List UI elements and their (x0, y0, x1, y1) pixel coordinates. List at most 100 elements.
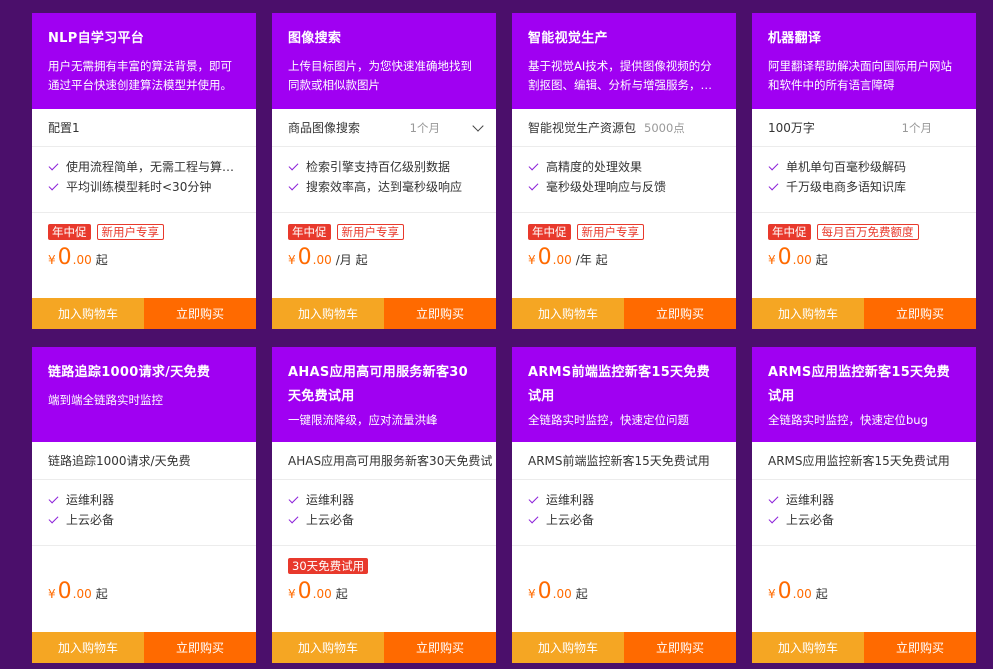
promo-area: 年中促 每月百万免费额度 ¥ 0 .00 起 (768, 223, 966, 271)
check-icon (48, 180, 59, 191)
spec-name: 100万字 (768, 121, 815, 135)
feature-item: 运维利器 (528, 490, 720, 510)
add-to-cart-button[interactable]: 加入购物车 (752, 298, 864, 329)
price-decimal: .00 (552, 587, 572, 601)
promo-tags: 年中促 新用户专享 (528, 223, 726, 241)
chevron-down-icon[interactable] (472, 120, 484, 132)
price-integer: 0 (777, 245, 792, 270)
price-decimal: .00 (72, 253, 92, 267)
price-decimal: .00 (312, 587, 332, 601)
card-description: 端到端全链路实时监控 (48, 393, 163, 407)
price: ¥ 0 .00 起 (768, 245, 966, 271)
price-decimal: .00 (312, 253, 332, 267)
spec-selector[interactable]: 商品图像搜索 1个月 (272, 109, 496, 147)
card-title: NLP自学习平台 (48, 31, 145, 46)
card-description: 上传目标图片，为您快速准确地找到同款或相似款图片 (288, 59, 472, 92)
feature-list: 运维利器 上云必备 (752, 480, 976, 546)
spec-name: 链路追踪1000请求/天免费 (48, 454, 191, 468)
card-actions: 加入购物车 立即购买 (32, 298, 256, 329)
new-user-tag: 新用户专享 (576, 224, 644, 240)
add-to-cart-button[interactable]: 加入购物车 (512, 632, 624, 663)
spec-points: 5000点 (644, 120, 685, 135)
buy-now-button[interactable]: 立即购买 (384, 632, 496, 663)
add-to-cart-button[interactable]: 加入购物车 (512, 298, 624, 329)
add-to-cart-button[interactable]: 加入购物车 (32, 298, 144, 329)
promo-area: 年中促 新用户专享 ¥ 0 .00 /年 起 (528, 223, 726, 271)
product-card-tracing: 链路追踪1000请求/天免费 端到端全链路实时监控 链路追踪1000请求/天免费… (32, 347, 256, 663)
price: ¥ 0 .00 /月 起 (288, 245, 486, 271)
currency-symbol: ¥ (288, 253, 296, 267)
buy-now-button[interactable]: 立即购买 (864, 632, 976, 663)
spec-name: AHAS应用高可用服务新客30天免费试 (288, 454, 493, 468)
promo-tags: 年中促 新用户专享 (48, 223, 246, 241)
card-header: 智能视觉生产 基于视觉AI技术，提供图像视频的分割抠图、编辑、分析与增强服务，… (512, 13, 736, 109)
product-card-nlp: NLP自学习平台 用户无需拥有丰富的算法背景，即可通过平台快速创建算法模型并使用… (32, 13, 256, 329)
product-card-ahas: AHAS应用高可用服务新客30天免费试用 一键限流降级，应对流量洪峰 AHAS应… (272, 347, 496, 663)
check-icon (768, 493, 779, 504)
price-integer: 0 (537, 579, 552, 604)
card-description: 基于视觉AI技术，提供图像视频的分割抠图、编辑、分析与增强服务，… (528, 59, 712, 92)
spec-selector[interactable]: ARMS应用监控新客15天免费试用 (752, 442, 976, 480)
feature-item: 上云必备 (768, 510, 960, 530)
currency-symbol: ¥ (768, 587, 776, 601)
buy-now-button[interactable]: 立即购买 (624, 632, 736, 663)
new-user-tag: 新用户专享 (336, 224, 404, 240)
spec-selector[interactable]: AHAS应用高可用服务新客30天免费试 (272, 442, 496, 480)
add-to-cart-button[interactable]: 加入购物车 (32, 632, 144, 663)
buy-now-button[interactable]: 立即购买 (384, 298, 496, 329)
spec-period: 1个月 (409, 120, 440, 135)
buy-now-button[interactable]: 立即购买 (144, 632, 256, 663)
price-unit: 起 (575, 587, 588, 601)
price: ¥ 0 .00 /年 起 (528, 245, 726, 271)
card-header: ARMS前端监控新客15天免费试用 全链路实时监控，快速定位问题 (512, 347, 736, 442)
add-to-cart-button[interactable]: 加入购物车 (272, 632, 384, 663)
card-actions: 加入购物车 立即购买 (512, 298, 736, 329)
free-quota-tag: 每月百万免费额度 (816, 224, 919, 240)
card-actions: 加入购物车 立即购买 (752, 298, 976, 329)
promo-tag: 年中促 (768, 224, 811, 240)
new-user-tag: 新用户专享 (96, 224, 164, 240)
product-card-arms-app: ARMS应用监控新客15天免费试用 全链路实时监控，快速定位bug ARMS应用… (752, 347, 976, 663)
check-icon (768, 513, 779, 524)
price-integer: 0 (537, 245, 552, 270)
spec-name: 智能视觉生产资源包 (528, 121, 637, 135)
card-header: 图像搜索 上传目标图片，为您快速准确地找到同款或相似款图片 (272, 13, 496, 109)
spec-selector[interactable]: ARMS前端监控新客15天免费试用 (512, 442, 736, 480)
spec-period: 1个月 (901, 120, 932, 135)
spec-selector[interactable]: 链路追踪1000请求/天免费 (32, 442, 256, 480)
card-title: AHAS应用高可用服务新客30天免费试用 (288, 365, 468, 404)
currency-symbol: ¥ (288, 587, 296, 601)
buy-now-button[interactable]: 立即购买 (864, 298, 976, 329)
spec-selector[interactable]: 100万字 1个月 (752, 109, 976, 147)
price: ¥ 0 .00 起 (528, 579, 726, 605)
card-title: 链路追踪1000请求/天免费 (48, 365, 211, 380)
price: ¥ 0 .00 起 (768, 579, 966, 605)
check-icon (528, 180, 539, 191)
price-unit: 起 (95, 587, 108, 601)
buy-now-button[interactable]: 立即购买 (624, 298, 736, 329)
price-unit: 起 (95, 253, 108, 267)
add-to-cart-button[interactable]: 加入购物车 (752, 632, 864, 663)
promo-area: 年中促 新用户专享 ¥ 0 .00 起 (48, 223, 246, 271)
feature-item: 运维利器 (768, 490, 960, 510)
price-unit: 起 (815, 253, 828, 267)
add-to-cart-button[interactable]: 加入购物车 (272, 298, 384, 329)
check-icon (528, 493, 539, 504)
spec-name: ARMS应用监控新客15天免费试用 (768, 454, 950, 468)
feature-list: 检索引擎支持百亿级别数据 搜索效率高，达到毫秒级响应 (272, 147, 496, 213)
price-integer: 0 (297, 579, 312, 604)
price-integer: 0 (57, 579, 72, 604)
card-description: 用户无需拥有丰富的算法背景，即可通过平台快速创建算法模型并使用。 (48, 59, 232, 92)
currency-symbol: ¥ (48, 253, 56, 267)
currency-symbol: ¥ (528, 587, 536, 601)
spec-name: 商品图像搜索 (288, 121, 361, 135)
card-header: NLP自学习平台 用户无需拥有丰富的算法背景，即可通过平台快速创建算法模型并使用… (32, 13, 256, 109)
card-title: 图像搜索 (288, 31, 342, 46)
buy-now-button[interactable]: 立即购买 (144, 298, 256, 329)
product-card-machine-translation: 机器翻译 阿里翻译帮助解决面向国际用户网站和软件中的所有语言障碍 100万字 1… (752, 13, 976, 329)
spec-selector[interactable]: 智能视觉生产资源包 5000点 (512, 109, 736, 147)
spec-selector[interactable]: 配置1 (32, 109, 256, 147)
card-title: ARMS应用监控新客15天免费试用 (768, 365, 950, 404)
check-icon (768, 160, 779, 171)
feature-item: 搜索效率高，达到毫秒级响应 (288, 177, 480, 197)
